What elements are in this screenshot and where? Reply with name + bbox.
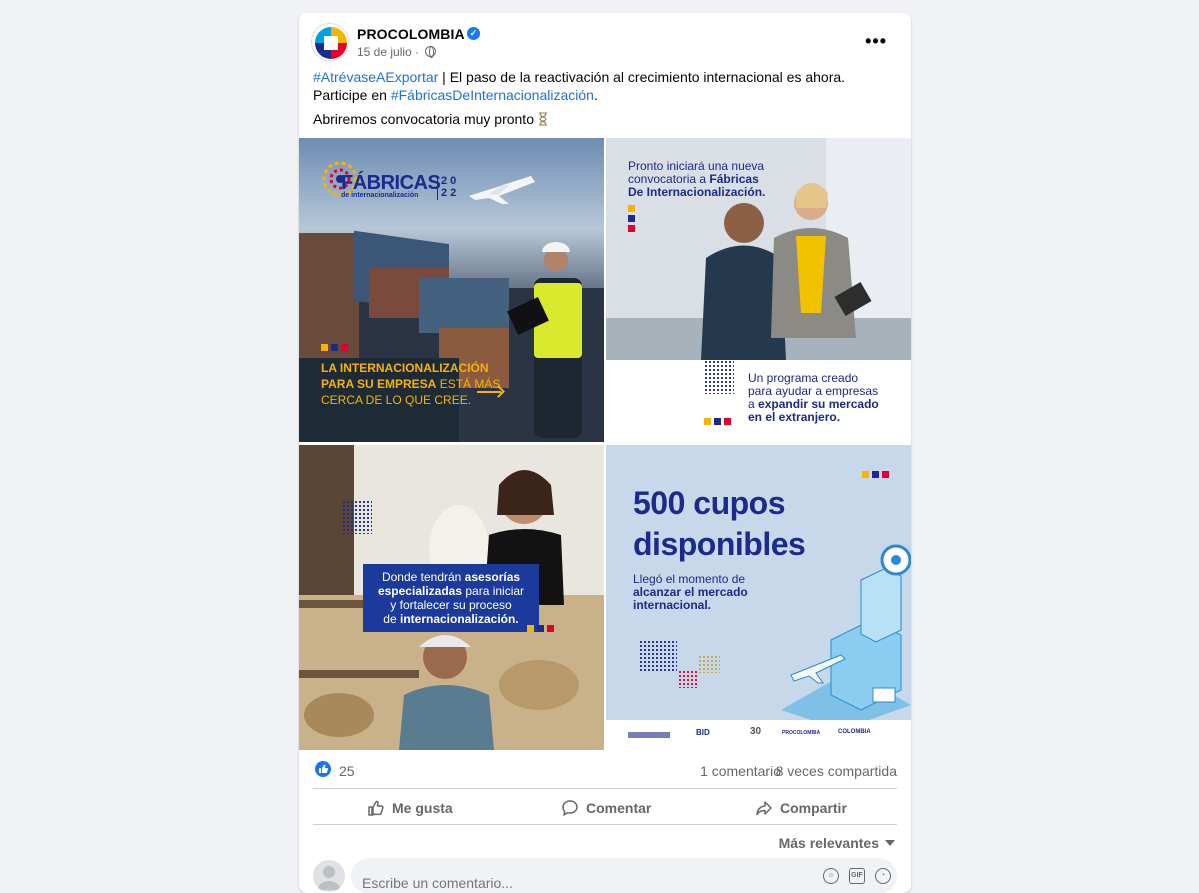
comment-composer: ☺ GIF ◔ bbox=[313, 856, 897, 893]
brand-squares bbox=[862, 471, 889, 478]
comment-input[interactable] bbox=[351, 858, 897, 893]
brand-squares bbox=[527, 625, 554, 632]
emoji-icon[interactable]: ☺ bbox=[823, 868, 839, 884]
procolombia-logo-icon bbox=[312, 24, 348, 60]
tile3-l1a: Donde tendrán bbox=[381, 570, 465, 584]
tile2-bot4: en el extranjero. bbox=[748, 410, 841, 424]
sticker-icon[interactable]: ◔ bbox=[875, 868, 891, 884]
gif-icon[interactable]: GIF bbox=[849, 868, 865, 884]
like-count[interactable]: 25 bbox=[339, 763, 355, 779]
colombia-logo-text: COLOMBIA bbox=[838, 729, 871, 735]
tile2-top2a: convocatoria a bbox=[628, 172, 710, 186]
comment-button[interactable]: Comentar bbox=[561, 799, 651, 817]
tile3-l4b: internacionalización. bbox=[399, 612, 519, 626]
bid-logo: BID bbox=[696, 728, 710, 737]
thumbs-up-icon bbox=[368, 800, 384, 816]
tile2-bottom-text: Un programa creado para ayudar a empresa… bbox=[748, 372, 879, 424]
fabricas-year: 2 02 2 bbox=[441, 175, 456, 199]
hashtag-link[interactable]: #FábricasDeInternacionalización bbox=[391, 87, 594, 103]
comment-label: Comentar bbox=[586, 800, 652, 816]
image-tile-office[interactable]: Pronto iniciará una nueva convocatoria a… bbox=[606, 138, 911, 442]
tile3-l1: Donde tendrán asesorías bbox=[367, 570, 535, 584]
globe-icon bbox=[425, 46, 437, 58]
tile1-line1: LA INTERNACIONALIZACIÓN bbox=[321, 361, 489, 375]
fabricas-subtitle: de internacionalización bbox=[341, 192, 419, 199]
tile1-line3: CERCA DE LO QUE CREE. bbox=[321, 393, 472, 407]
tile1-line2a: PARA SU EMPRESA bbox=[321, 377, 437, 391]
hourglass-icon bbox=[538, 112, 548, 126]
image-tile-containers[interactable]: FÁBRICAS de internacionalización 2 02 2 … bbox=[299, 138, 604, 442]
tile2-top2b: Fábricas bbox=[709, 172, 759, 186]
post-date-text[interactable]: 15 de julio bbox=[357, 45, 412, 59]
tile1-headline: LA INTERNACIONALIZACIÓN PARA SU EMPRESA … bbox=[321, 360, 500, 408]
post-card: PROCOLOMBIA ✓ 15 de julio · ••• #Atrévas… bbox=[299, 13, 911, 893]
tile4-subtext: Llegó el momento de alcanzar el mercado … bbox=[633, 573, 748, 612]
like-reaction-icon[interactable] bbox=[315, 761, 331, 777]
engagement-bar: 25 1 comentario 8 veces compartida bbox=[313, 757, 897, 781]
post-text: #AtrévaseAExportar | El paso de la react… bbox=[313, 68, 903, 104]
tile3-l4: de internacionalización. bbox=[367, 612, 535, 626]
user-avatar[interactable] bbox=[313, 860, 345, 892]
tile2-bot3b: expandir su mercado bbox=[758, 397, 879, 411]
hashtag-link[interactable]: #AtrévaseAExportar bbox=[313, 69, 438, 85]
divider bbox=[313, 788, 897, 789]
comment-bubble-icon bbox=[562, 800, 578, 816]
share-count[interactable]: 8 veces compartida bbox=[776, 763, 897, 779]
post-text-line2: Abriremos convocatoria muy pronto bbox=[313, 111, 548, 127]
tile2-top-text: Pronto iniciará una nueva convocatoria a… bbox=[628, 160, 765, 199]
year-line2: 2 2 bbox=[441, 187, 457, 199]
tile3-l2: especializadas para iniciar bbox=[367, 584, 535, 598]
share-label: Compartir bbox=[780, 800, 847, 816]
comment-count[interactable]: 1 comentario bbox=[700, 763, 781, 779]
share-button[interactable]: Compartir bbox=[755, 799, 847, 817]
dot-pattern bbox=[639, 640, 677, 672]
tile2-bot3a: a bbox=[748, 397, 759, 411]
brand-squares bbox=[704, 418, 731, 425]
page-avatar[interactable] bbox=[311, 23, 349, 61]
image-tile-artisans[interactable]: Donde tendrán asesorías especializadas p… bbox=[299, 445, 604, 750]
divider bbox=[313, 824, 897, 825]
tile3-l2a: especializadas bbox=[377, 584, 463, 598]
action-bar: Me gusta Comentar Compartir bbox=[313, 793, 897, 827]
dot-pattern-gold bbox=[698, 655, 720, 673]
brand-squares bbox=[321, 344, 348, 351]
verified-badge-icon: ✓ bbox=[467, 27, 480, 40]
comment-input-icons: ☺ GIF ◔ bbox=[823, 868, 891, 884]
image-grid: FÁBRICAS de internacionalización 2 02 2 … bbox=[299, 138, 911, 750]
tile3-text: Donde tendrán asesorías especializadas p… bbox=[367, 570, 535, 626]
image-tile-cupos[interactable]: 500 cupos disponibles Llegó el momento d… bbox=[606, 445, 911, 750]
brand-squares-vertical bbox=[628, 205, 635, 232]
dot-pattern bbox=[342, 500, 372, 534]
tile3-l2b: para iniciar bbox=[462, 584, 525, 598]
anniversary-logo: 30 bbox=[750, 726, 762, 737]
sort-label: Más relevantes bbox=[778, 835, 879, 851]
tile3-l4a: de bbox=[383, 612, 400, 626]
tile1-line2b: ESTÁ MÁS bbox=[436, 377, 501, 391]
like-button[interactable]: Me gusta bbox=[367, 799, 453, 817]
like-label: Me gusta bbox=[392, 800, 453, 816]
tile2-top3: De Internacionalización. bbox=[628, 185, 766, 199]
isometric-city-illustration bbox=[781, 544, 911, 730]
post-text-line2-body: Abriremos convocatoria muy pronto bbox=[313, 111, 534, 127]
tile4-big1: 500 cupos bbox=[633, 485, 786, 521]
tile4-s3: internacional. bbox=[633, 598, 712, 612]
post-date[interactable]: 15 de julio · bbox=[357, 45, 437, 59]
default-user-icon bbox=[317, 866, 341, 890]
dot-pattern-red bbox=[678, 670, 698, 688]
logo-divider bbox=[437, 176, 438, 200]
post-text-end: . bbox=[593, 87, 598, 103]
gov-logo-icon bbox=[628, 732, 670, 738]
page-name[interactable]: PROCOLOMBIA bbox=[357, 26, 465, 42]
tile3-l1b: asesorías bbox=[464, 570, 521, 584]
share-arrow-icon bbox=[756, 801, 772, 816]
dot-pattern bbox=[704, 360, 734, 394]
tile3-l3: y fortalecer su proceso bbox=[390, 598, 512, 612]
post-header: PROCOLOMBIA ✓ 15 de julio · ••• bbox=[311, 23, 899, 63]
comment-sort-dropdown[interactable]: Más relevantes bbox=[779, 835, 895, 851]
year-line1: 2 0 bbox=[441, 175, 457, 187]
more-options-button[interactable]: ••• bbox=[865, 32, 887, 50]
procolombia-logo-text: PROCOLOMBIA bbox=[782, 730, 821, 736]
tile1-line2: PARA SU EMPRESA ESTÁ MÁS bbox=[321, 376, 500, 392]
chevron-down-icon bbox=[885, 840, 895, 846]
